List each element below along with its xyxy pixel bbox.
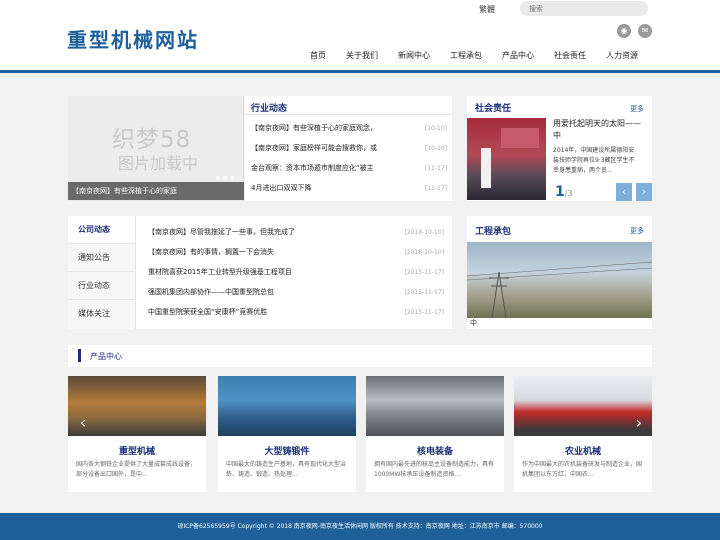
engineering-title: 工程承包	[475, 227, 512, 237]
news-date: [2018-10-10]	[404, 248, 444, 256]
nav-home[interactable]: 首页	[300, 50, 336, 61]
product-description: 拥有国内最先进的核岛主设备制造能力，具有1000MW核承压设备制造资格...	[374, 461, 495, 478]
nav-social[interactable]: 社会责任	[544, 50, 596, 61]
news-date: [2015-11-17]	[404, 268, 444, 276]
section-marker	[78, 349, 81, 362]
product-next-arrow-icon[interactable]: ›	[630, 410, 648, 436]
news-link[interactable]: 【南京夜网】有的事情，搁置一下会消失	[148, 247, 388, 257]
site-logo[interactable]: 重型机械网站	[67, 24, 199, 53]
list-item[interactable]: 强国机集团内部协作——中国重型院总包 [2015-11-17]	[148, 286, 444, 298]
social-headline[interactable]: 用爱托起明天的太阳——中	[553, 118, 648, 142]
news-link[interactable]: 强国机集团内部协作——中国重型院总包	[148, 287, 388, 297]
news-date: [11-17]	[424, 184, 447, 192]
engineering-photo[interactable]	[467, 242, 652, 318]
product-image[interactable]	[366, 376, 504, 436]
site-footer: 琼ICP备62565959号 Copyright © 2018 南京夜网-南京夜…	[0, 513, 720, 540]
search-input[interactable]	[520, 1, 648, 16]
slider-watermark: 织梦58	[112, 127, 192, 153]
nav-hr[interactable]: 人力资源	[596, 50, 648, 61]
tab-industry-news[interactable]: 行业动态	[68, 272, 135, 300]
wechat-icon[interactable]: ✉	[638, 24, 652, 38]
social-pager: 1/3	[555, 184, 573, 200]
slider-dot[interactable]	[223, 176, 227, 180]
product-name[interactable]: 农业机械	[514, 444, 652, 457]
product-center-header	[68, 345, 652, 367]
news-date: [11-17]	[424, 164, 447, 172]
power-tower-icon	[467, 261, 652, 318]
news-link[interactable]: 中国重型院荣获全国“安康杯”竞赛优胜	[148, 307, 388, 317]
news-date: [10-10]	[424, 144, 447, 152]
product-card[interactable]: 核电装备 拥有国内最先进的核岛主设备制造能力，具有1000MW核承压设备制造资格…	[366, 376, 504, 492]
news-date: [2018-10-10]	[404, 228, 444, 236]
news-link[interactable]: 【南京夜网】尽管我拖延了一些事，但我完成了	[148, 227, 388, 237]
slider-dot[interactable]	[230, 176, 234, 180]
list-item[interactable]: 【南京夜网】有的事情，搁置一下会消失 [2018-10-10]	[148, 246, 444, 258]
news-link[interactable]: 金台观察：资本市场遁市制度应化“被主	[251, 163, 401, 173]
product-name[interactable]: 重型机械	[68, 444, 206, 457]
list-item[interactable]: 【南京夜网】尽管我拖延了一些事，但我完成了 [2018-10-10]	[148, 226, 444, 238]
social-more-link[interactable]: 更多	[630, 104, 644, 114]
news-date: [2015-11-17]	[404, 308, 444, 316]
product-name[interactable]: 大型铸锻件	[218, 444, 356, 457]
list-item[interactable]: 【南京夜网】家庭榜样可能会搜救你，或 [10-10]	[251, 142, 447, 154]
list-item[interactable]: 【南京夜网】有些深植于心的家庭观念， [10-10]	[251, 122, 447, 134]
social-prev-button[interactable]: ‹	[616, 183, 632, 201]
pager-total: /3	[564, 189, 573, 198]
product-prev-arrow-icon[interactable]: ‹	[74, 410, 92, 436]
news-date: [2015-11-17]	[404, 288, 444, 296]
list-item[interactable]: 中国重型院荣获全国“安康杯”竞赛优胜 [2015-11-17]	[148, 306, 444, 318]
social-event-photo[interactable]	[467, 118, 546, 200]
news-link[interactable]: 4月进出口双双下降	[251, 183, 401, 193]
product-description: 国内各大钢铁企业提供了大量成套成线设备，部分设备出口国外，是中...	[76, 461, 197, 478]
tab-media[interactable]: 媒体关注	[68, 300, 135, 329]
language-switch[interactable]: 繁體	[479, 4, 495, 15]
product-card[interactable]: 大型铸锻件 中国最大的铸造生产基地，具有现代化大型冶炼、铸造、锻造、热处理...	[218, 376, 356, 492]
divider	[245, 114, 452, 115]
nav-products[interactable]: 产品中心	[492, 50, 544, 61]
header-divider	[0, 70, 720, 73]
nav-about[interactable]: 关于我们	[336, 50, 388, 61]
product-center-title: 产品中心	[90, 352, 122, 361]
main-nav: 首页 关于我们 新闻中心 工程承包 产品中心 社会责任 人力资源	[300, 50, 648, 61]
nav-engineering[interactable]: 工程承包	[440, 50, 492, 61]
slider-dot[interactable]	[216, 176, 220, 180]
engineering-more-link[interactable]: 更多	[630, 226, 644, 236]
industry-news-title: 行业动态	[251, 104, 288, 114]
list-item[interactable]: 重材院喜获2015年工业转型升级强基工程项目 [2015-11-17]	[148, 266, 444, 278]
news-link[interactable]: 【南京夜网】有些深植于心的家庭观念，	[251, 123, 401, 133]
news-link[interactable]: 【南京夜网】家庭榜样可能会搜救你，或	[251, 143, 401, 153]
product-description: 中国最大的铸造生产基地，具有现代化大型冶炼、铸造、锻造、热处理...	[226, 461, 347, 478]
tab-company-news[interactable]: 公司动态	[68, 216, 135, 244]
slider-loading-text: 图片加载中	[118, 154, 199, 173]
product-image[interactable]	[218, 376, 356, 436]
social-responsibility-title: 社会责任	[475, 104, 512, 114]
slider-caption[interactable]: 【南京夜网】有些深植于心的家庭	[68, 182, 244, 200]
engineering-caption[interactable]: 中	[467, 318, 652, 329]
list-item[interactable]: 4月进出口双双下降 [11-17]	[251, 182, 447, 194]
list-item[interactable]: 金台观察：资本市场遁市制度应化“被主 [11-17]	[251, 162, 447, 174]
weibo-icon[interactable]: ◉	[617, 24, 631, 38]
news-link[interactable]: 重材院喜获2015年工业转型升级强基工程项目	[148, 267, 388, 277]
news-date: [10-10]	[424, 124, 447, 132]
product-name[interactable]: 核电装备	[366, 444, 504, 457]
tab-notices[interactable]: 通知公告	[68, 244, 135, 272]
social-description: 2014年，中国建设所属德阳安装技师学院再位9·3藏区学生不幸身患重病，两个员.…	[553, 147, 635, 174]
pager-current: 1	[555, 184, 565, 200]
social-next-button[interactable]: ›	[636, 183, 652, 201]
nav-news[interactable]: 新闻中心	[388, 50, 440, 61]
product-description: 作为中国最大的农机装备研发与制造企业，国机集团以东方红，中国农...	[522, 461, 643, 478]
